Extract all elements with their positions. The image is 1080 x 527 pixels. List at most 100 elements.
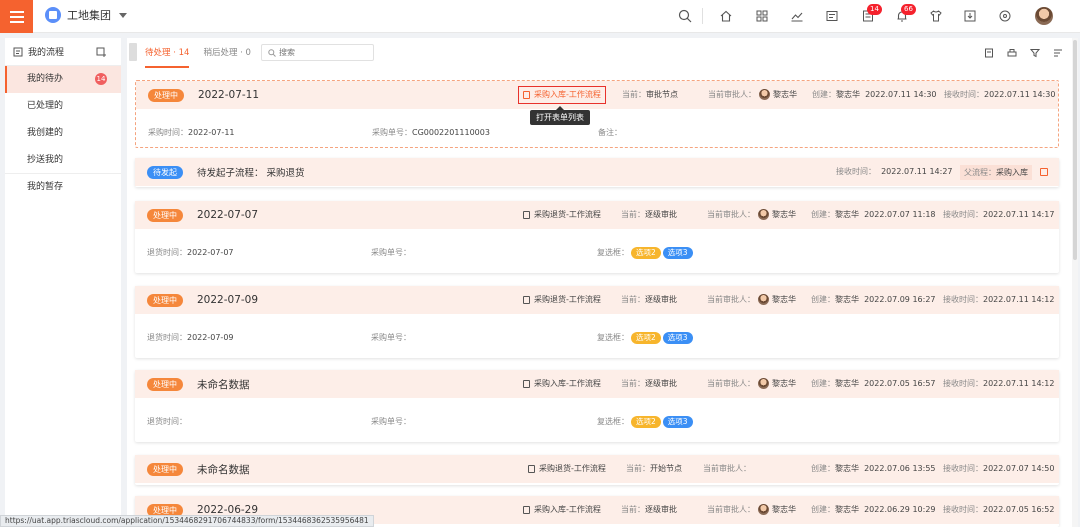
status-badge: 处理中 [147, 462, 183, 476]
sidebar-item-drafts[interactable]: 我的暂存 [5, 174, 121, 201]
card-body: 退货时间：2022-07-09 采购单号： 复选框： 选项2 选项3 [135, 314, 1059, 362]
flow-link[interactable]: 采购退货-工作流程 [523, 286, 601, 314]
task-card[interactable]: 处理中 2022-07-07 采购退货-工作流程 当前：逐级审批 当前审批人：黎… [135, 201, 1059, 273]
apps-grid-icon[interactable] [755, 9, 769, 23]
task-card[interactable]: 处理中 未命名数据 采购入库-工作流程 当前：逐级审批 当前审批人： 黎志华 创建… [135, 370, 1059, 442]
download-icon[interactable] [963, 9, 977, 23]
todo-count-badge: 14 [95, 73, 107, 85]
card-header: 处理中 未命名数据 采购入库-工作流程 当前：逐级审批 当前审批人： 黎志华 创建… [135, 370, 1059, 398]
field-remark: 备注： [598, 128, 622, 137]
approver-avatar [759, 89, 770, 100]
received-time: 接收时间： 2022.07.11 14:27 [836, 167, 953, 176]
home-icon[interactable] [719, 9, 733, 23]
flow-link[interactable]: 采购退货-工作流程 [523, 201, 601, 229]
card-body: 采购时间：2022-07-11 采购单号：CG0002201110003 备注： [136, 109, 1058, 157]
search-box[interactable] [261, 44, 374, 61]
filter-icon[interactable] [1030, 48, 1040, 58]
flow-icon [13, 47, 23, 56]
status-badge: 处理中 [147, 377, 183, 391]
org-logo-icon [45, 7, 61, 23]
current-approver: 当前审批人： 黎志华 [707, 504, 796, 515]
current-approver: 当前审批人： [703, 464, 751, 473]
option-tag: 选项3 [662, 416, 693, 428]
received-time: 接收时间：2022.07.07 14:50 [943, 464, 1055, 473]
option-tag: 选项2 [631, 247, 661, 259]
card-title: 未命名数据 [197, 463, 250, 476]
parent-process-tag: 父流程：采购入库 [960, 165, 1032, 180]
option-tag: 选项3 [662, 247, 693, 259]
created-info: 创建：黎志华 2022.07.07 11:18 [811, 210, 936, 219]
tasks-icon[interactable]: 14 [861, 4, 882, 23]
task-card[interactable]: 处理中 2022-07-11 采购入库-工作流程 当前：审批节点 当前审批人：黎… [135, 80, 1059, 148]
field-purchase-no: 采购单号：CG0002201110003 [372, 128, 490, 137]
task-card[interactable]: 处理中 未命名数据 采购退货-工作流程 当前：开始节点 当前审批人： 创建：黎志… [135, 455, 1059, 485]
card-title: 待发起子流程： 采购退货 [197, 168, 305, 179]
task-card[interactable]: 待发起 待发起子流程： 采购退货 接收时间： 2022.07.11 14:27 … [135, 158, 1059, 187]
flow-link[interactable]: 采购入库-工作流程 [518, 86, 606, 104]
flow-link[interactable]: 采购入库-工作流程 [523, 496, 601, 524]
current-node: 当前：逐级审批 [621, 210, 677, 219]
divider [702, 8, 703, 24]
new-process-icon[interactable] [96, 47, 106, 57]
sidebar-title: 我的流程 [28, 48, 65, 58]
field-return-time: 退货时间：2022-07-09 [147, 333, 234, 342]
sidebar-item-label: 已处理的 [27, 101, 64, 111]
browser-status-url: https://uat.app.triascloud.com/applicati… [0, 515, 374, 527]
bell-icon[interactable]: 66 [895, 4, 916, 23]
field-checkbox: 复选框： 选项2 选项3 [597, 229, 693, 277]
card-title: 2022-07-11 [198, 89, 260, 101]
tab-pending[interactable]: 待处理 · 14 [145, 38, 190, 68]
card-title: 未命名数据 [197, 378, 250, 391]
flow-name: 采购退货-工作流程 [539, 464, 606, 473]
approver-avatar [758, 504, 769, 515]
received-time: 接收时间：2022.07.11 14:17 [943, 210, 1055, 219]
received-time: 接收时间：2022.07.11 14:12 [943, 295, 1055, 304]
status-badge: 处理中 [147, 293, 183, 307]
current-node: 当前：逐级审批 [621, 505, 677, 514]
collapse-handle[interactable] [129, 43, 137, 61]
scrollbar-thumb[interactable] [1073, 40, 1077, 260]
print-icon[interactable] [1007, 48, 1017, 58]
sidebar-item-created[interactable]: 我创建的 [5, 120, 121, 147]
form-icon [523, 296, 530, 304]
tab-later[interactable]: 稍后处理 · 0 [203, 38, 251, 68]
sidebar-item-cc[interactable]: 抄送我的 [5, 147, 121, 174]
created-info: 创建：黎志华 2022.07.06 13:55 [811, 464, 936, 473]
search-input[interactable] [279, 48, 369, 57]
chart-icon[interactable] [790, 9, 804, 23]
bell-badge: 66 [901, 4, 916, 15]
menu-icon[interactable] [0, 0, 33, 33]
option-tag: 选项2 [631, 332, 661, 344]
flow-link[interactable]: 采购入库-工作流程 [523, 370, 601, 398]
flow-link[interactable]: 采购退货-工作流程 [528, 455, 606, 483]
search-icon[interactable] [678, 9, 692, 23]
form-icon[interactable] [825, 9, 839, 23]
org-switcher[interactable]: 工地集团 [45, 7, 127, 23]
user-avatar[interactable] [1035, 7, 1053, 25]
option-tag: 选项2 [631, 416, 661, 428]
card-header: 待发起 待发起子流程： 采购退货 接收时间： 2022.07.11 14:27 … [135, 158, 1059, 186]
current-node: 当前：开始节点 [626, 464, 682, 473]
status-badge: 处理中 [148, 88, 184, 102]
open-parent-icon[interactable] [1040, 168, 1048, 176]
sidebar-item-todo[interactable]: 我的待办 14 [5, 66, 121, 93]
field-purchase-no: 采购单号： [371, 417, 411, 426]
sidebar-item-label: 我创建的 [27, 128, 64, 138]
export-icon[interactable] [984, 48, 994, 58]
sort-icon[interactable] [1053, 48, 1063, 58]
card-header: 处理中 2022-07-09 采购退货-工作流程 当前：逐级审批 当前审批人：黎… [135, 286, 1059, 314]
tab-bar: 待处理 · 14 稍后处理 · 0 [145, 38, 251, 68]
field-checkbox: 复选框： 选项2 选项3 [597, 398, 693, 446]
help-icon[interactable] [998, 9, 1012, 23]
created-info: 创建：黎志华 2022.07.11 14:30 [812, 90, 937, 99]
sidebar-item-label: 我的待办 [27, 74, 64, 84]
task-card[interactable]: 处理中 2022-07-09 采购退货-工作流程 当前：逐级审批 当前审批人：黎… [135, 286, 1059, 358]
toolbar [984, 48, 1063, 58]
shirt-icon[interactable] [929, 9, 943, 23]
sidebar-item-processed[interactable]: 已处理的 [5, 93, 121, 120]
sidebar-item-label: 我的暂存 [27, 182, 64, 192]
approver-avatar [758, 209, 769, 220]
tasks-badge: 14 [867, 4, 882, 15]
status-badge: 待发起 [147, 165, 183, 179]
field-checkbox: 复选框： 选项2 选项3 [597, 314, 693, 362]
